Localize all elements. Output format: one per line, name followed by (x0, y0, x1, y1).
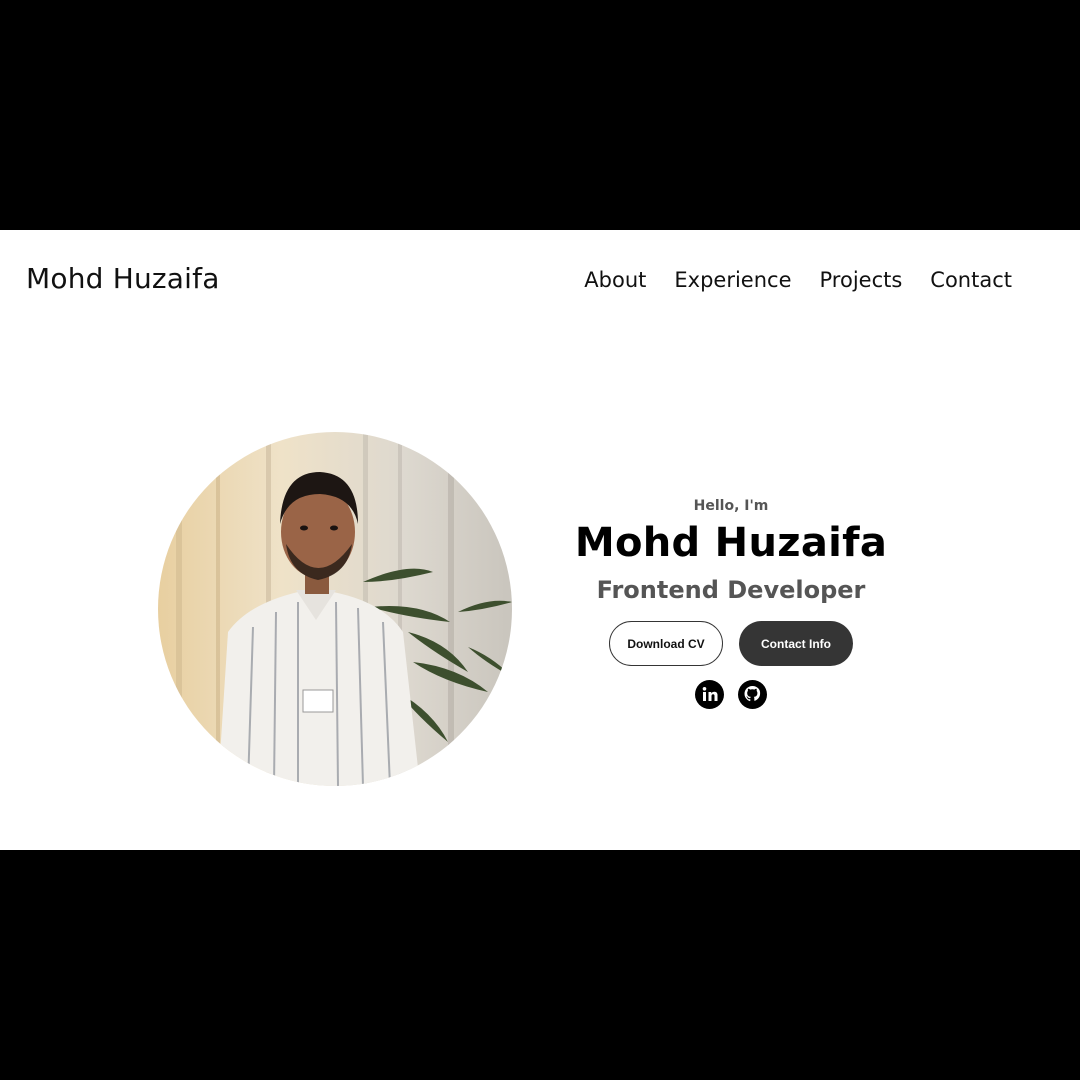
hero-title: Frontend Developer (596, 576, 866, 604)
nav-link-projects[interactable]: Projects (820, 268, 903, 292)
profile-photo (158, 432, 512, 786)
github-icon[interactable] (738, 680, 767, 709)
linkedin-icon[interactable] (695, 680, 724, 709)
hero-section: Hello, I'm Mohd Huzaifa Frontend Develop… (560, 498, 902, 709)
download-cv-button[interactable]: Download CV (609, 621, 723, 666)
letterbox-bottom (0, 850, 1080, 1080)
contact-info-button[interactable]: Contact Info (739, 621, 853, 666)
portfolio-page: Mohd Huzaifa About Experience Projects C… (0, 230, 1080, 850)
letterbox-top (0, 0, 1080, 230)
site-logo[interactable]: Mohd Huzaifa (26, 262, 220, 295)
hero-greeting: Hello, I'm (693, 498, 769, 514)
hero-buttons: Download CV Contact Info (560, 621, 902, 666)
hero-name: Mohd Huzaifa (574, 520, 888, 566)
nav-link-contact[interactable]: Contact (930, 268, 1012, 292)
nav-link-experience[interactable]: Experience (674, 268, 791, 292)
social-links (560, 680, 902, 709)
main-nav: About Experience Projects Contact (584, 268, 1012, 292)
nav-link-about[interactable]: About (584, 268, 646, 292)
